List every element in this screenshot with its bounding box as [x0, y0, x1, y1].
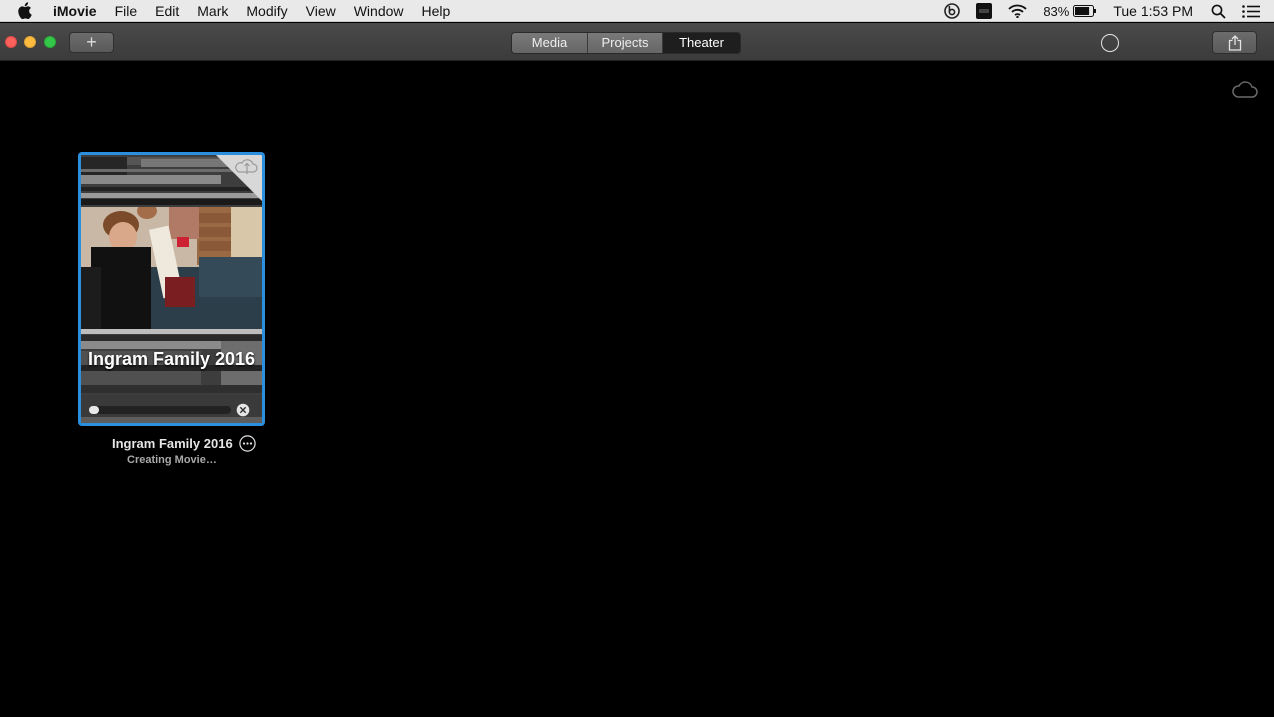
- flash-icon[interactable]: [976, 3, 993, 19]
- activity-indicator-button[interactable]: [1101, 34, 1119, 52]
- wifi-icon[interactable]: [1008, 4, 1027, 18]
- menu-bar: iMovie File Edit Mark Modify View Window…: [0, 0, 1274, 22]
- menu-mark[interactable]: Mark: [188, 0, 237, 22]
- fullscreen-window-button[interactable]: [44, 36, 56, 48]
- menu-edit[interactable]: Edit: [146, 0, 188, 22]
- battery-icon[interactable]: [1073, 5, 1097, 17]
- tab-media[interactable]: Media: [512, 33, 588, 53]
- tab-theater[interactable]: Theater: [663, 33, 740, 53]
- export-progress-bar: [89, 406, 231, 414]
- notification-center-icon[interactable]: [1242, 4, 1260, 18]
- icloud-icon[interactable]: [1231, 80, 1258, 103]
- menu-window[interactable]: Window: [345, 0, 413, 22]
- more-icon[interactable]: [239, 435, 256, 452]
- menu-modify[interactable]: Modify: [237, 0, 296, 22]
- poster-photo: [81, 207, 262, 329]
- spotlight-search-icon[interactable]: [1211, 4, 1226, 19]
- cancel-icon[interactable]: [236, 403, 250, 417]
- apple-icon[interactable]: [17, 2, 37, 19]
- export-progress-fill: [89, 406, 99, 414]
- close-window-button[interactable]: [5, 36, 17, 48]
- project-name[interactable]: Ingram Family 2016: [112, 436, 233, 451]
- tab-projects[interactable]: Projects: [588, 33, 663, 53]
- menu-file[interactable]: File: [106, 0, 147, 22]
- menu-help[interactable]: Help: [413, 0, 460, 22]
- battery-percent[interactable]: 83%: [1043, 4, 1069, 19]
- share-icon: [1228, 34, 1241, 51]
- add-button[interactable]: +: [69, 32, 114, 53]
- project-status: Creating Movie…: [127, 454, 217, 466]
- share-button[interactable]: [1212, 31, 1257, 54]
- status-area: 83% Tue 1:53 PM: [936, 0, 1274, 22]
- clock[interactable]: Tue 1:53 PM: [1113, 3, 1193, 19]
- menu-view[interactable]: View: [297, 0, 345, 22]
- view-switcher: Media Projects Theater: [511, 32, 741, 54]
- beats-icon[interactable]: [944, 3, 961, 19]
- minimize-window-button[interactable]: [24, 36, 36, 48]
- icloud-upload-icon: [216, 155, 262, 201]
- menu-app-name[interactable]: iMovie: [49, 0, 106, 22]
- toolbar: + Media Projects Theater: [0, 23, 1274, 61]
- poster-title: Ingram Family 2016: [87, 349, 256, 369]
- project-poster[interactable]: Ingram Family 2016: [78, 152, 265, 426]
